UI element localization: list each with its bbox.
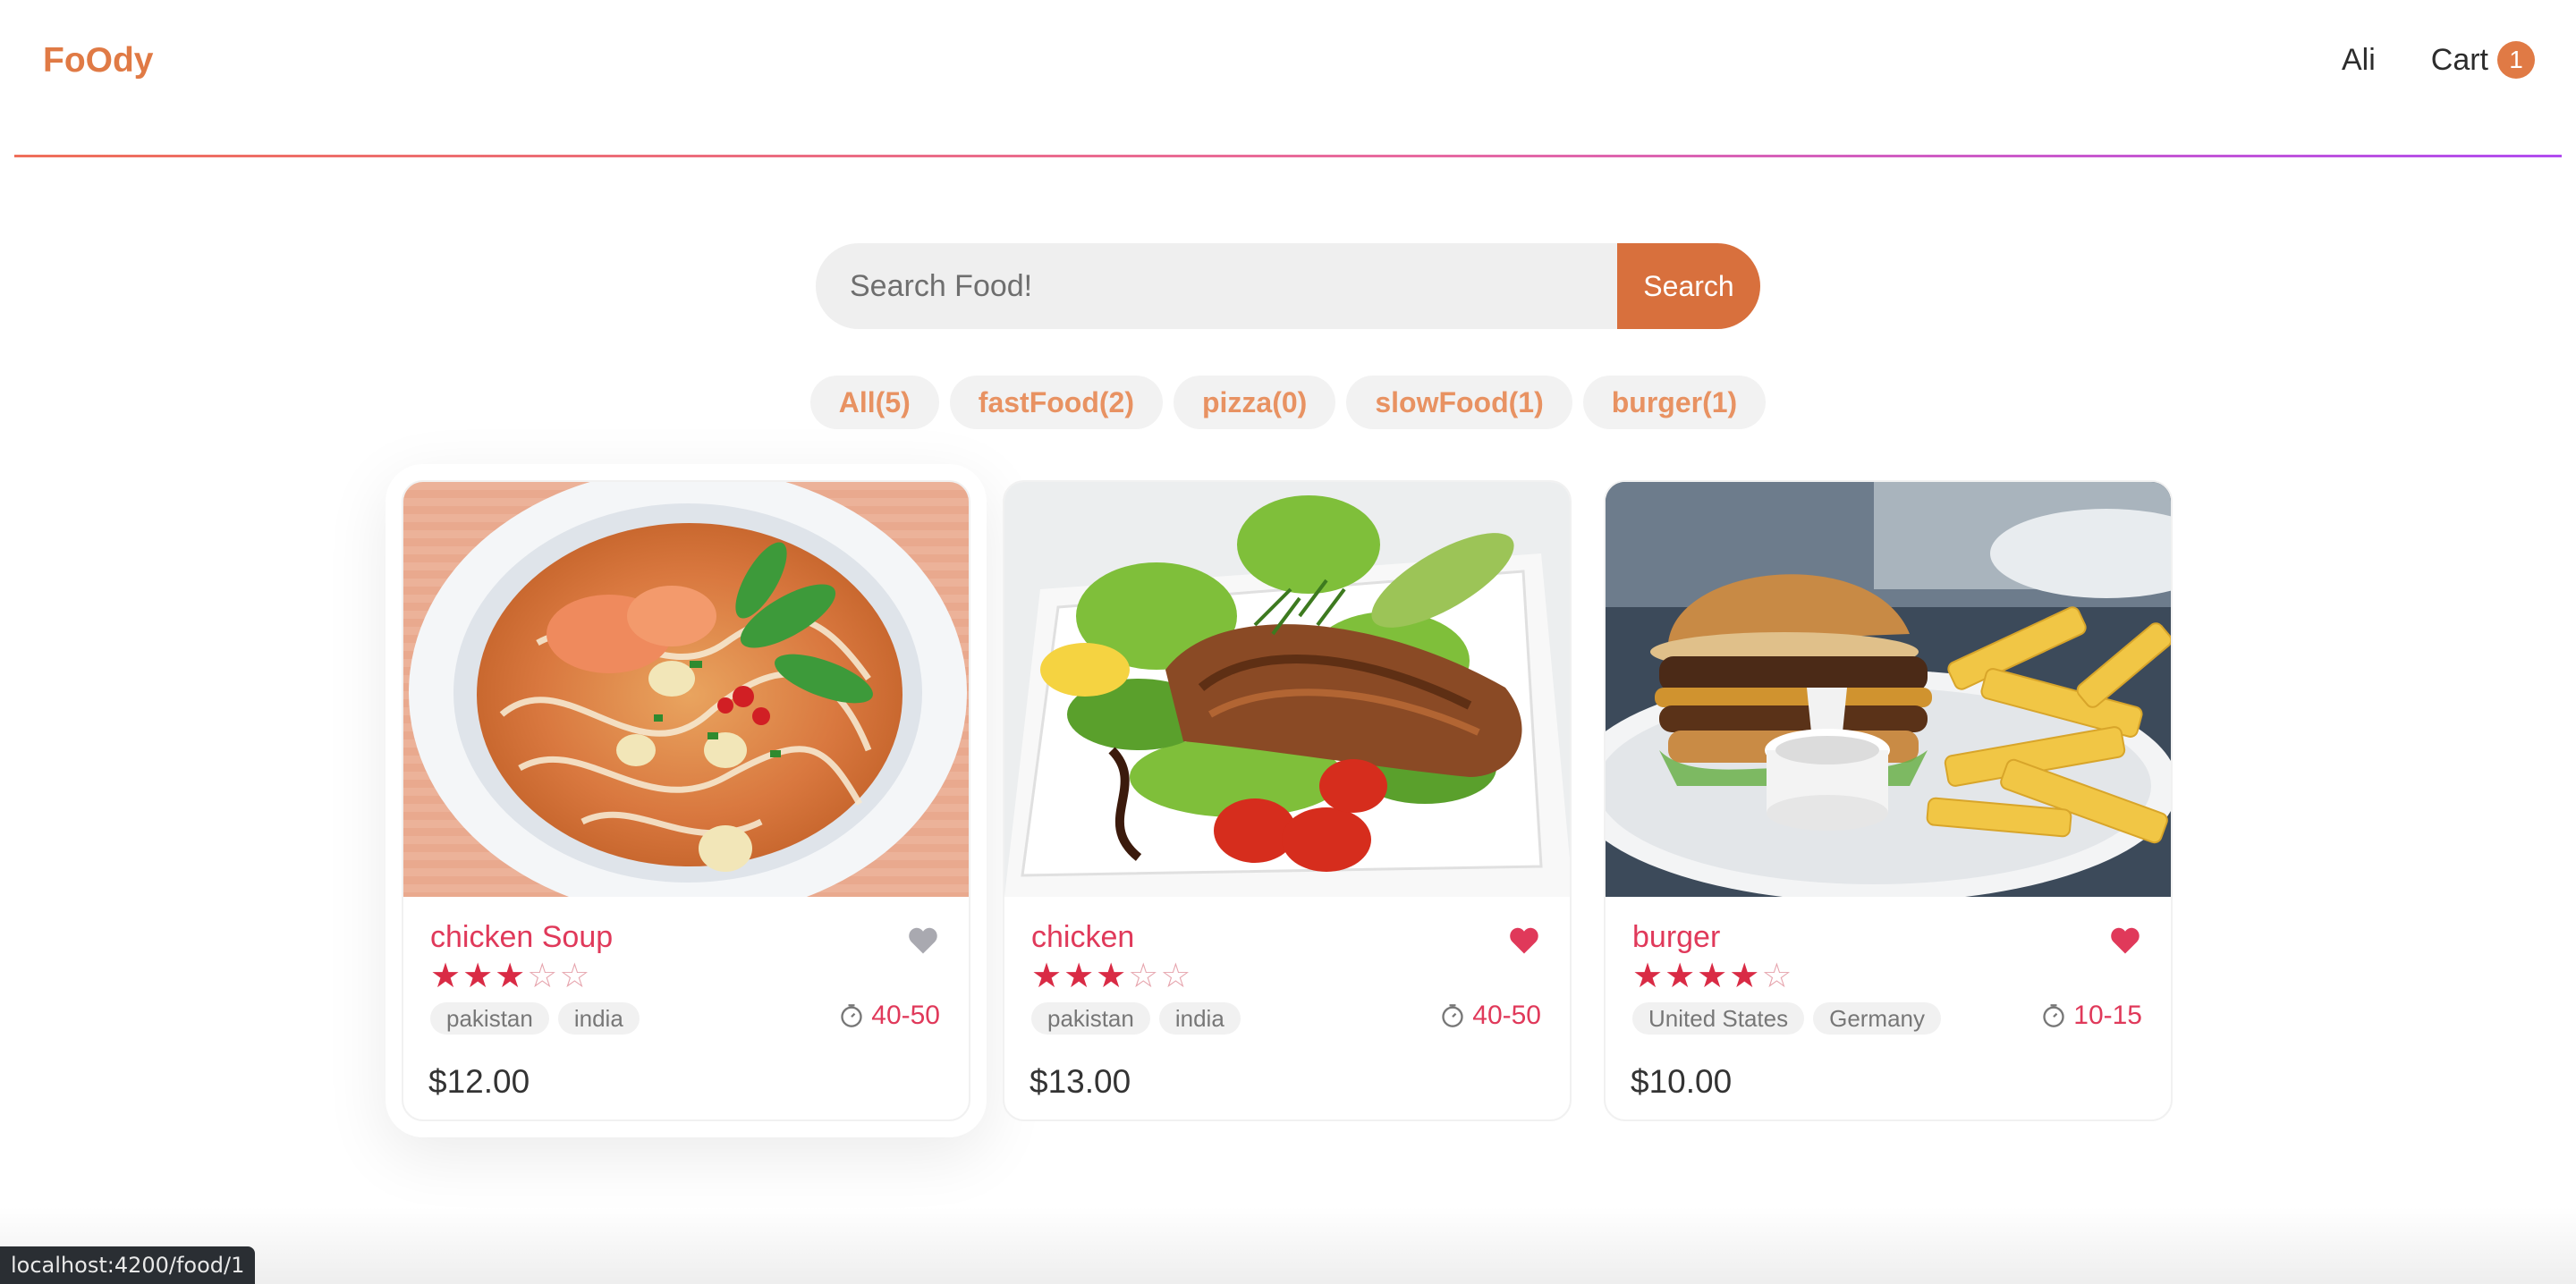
cart-count-badge: 1 (2497, 41, 2535, 79)
tag-slowfood[interactable]: slowFood(1) (1346, 376, 1572, 429)
origin-tag: Germany (1813, 1002, 1942, 1035)
cook-time-value: 10-15 (2073, 1001, 2142, 1030)
star-empty-icon: ☆ (559, 958, 590, 995)
search-input[interactable] (816, 243, 1617, 329)
food-card[interactable]: chicken Soup ★ ★ ★ ☆ ☆ pakistan india 40… (402, 480, 970, 1121)
star-full-icon: ★ (495, 958, 526, 995)
food-image-burger[interactable] (1606, 482, 2171, 897)
cart-link[interactable]: Cart 1 (2431, 41, 2535, 79)
origin-tag: pakistan (430, 1002, 549, 1035)
footer-shadow (0, 1207, 2576, 1284)
star-empty-icon: ☆ (1761, 958, 1792, 995)
brand-logo[interactable]: FoOdy (43, 41, 154, 80)
search-button[interactable]: Search (1617, 243, 1760, 329)
cook-time: 10-15 (2041, 1001, 2142, 1031)
star-full-icon: ★ (1665, 958, 1696, 995)
star-full-icon: ★ (1031, 958, 1063, 995)
star-rating: ★ ★ ★ ☆ ☆ (430, 959, 589, 993)
top-nav: Ali Cart 1 (2342, 41, 2535, 79)
cook-time: 40-50 (839, 1001, 940, 1031)
favorite-heart-icon[interactable] (906, 925, 940, 955)
origin-tag: United States (1632, 1002, 1805, 1035)
star-full-icon: ★ (1063, 958, 1095, 995)
star-full-icon: ★ (1096, 958, 1127, 995)
favorite-heart-icon[interactable] (1507, 925, 1541, 955)
favorite-heart-icon[interactable] (2108, 925, 2142, 955)
star-rating: ★ ★ ★ ★ ☆ (1632, 959, 1792, 993)
cart-label: Cart (2430, 42, 2488, 77)
food-price: $13.00 (1030, 1063, 1131, 1100)
tag-fastfood[interactable]: fastFood(2) (949, 376, 1163, 429)
origin-tag: pakistan (1031, 1002, 1150, 1035)
clock-icon (1442, 1004, 1463, 1027)
food-card[interactable]: chicken ★ ★ ★ ☆ ☆ pakistan india 40-50 $… (1003, 480, 1572, 1121)
food-price: $12.00 (428, 1063, 530, 1100)
star-full-icon: ★ (1729, 958, 1760, 995)
header: FoOdy Ali Cart 1 (0, 0, 2576, 157)
origin-tags: United States Germany (1632, 1002, 1942, 1035)
cook-time-value: 40-50 (1472, 1001, 1541, 1030)
origin-tag: india (1158, 1002, 1241, 1035)
star-rating: ★ ★ ★ ☆ ☆ (1031, 959, 1191, 993)
clock-icon (841, 1004, 862, 1027)
food-price: $10.00 (1631, 1063, 1733, 1100)
food-card[interactable]: burger ★ ★ ★ ★ ☆ United States Germany 1… (1604, 480, 2173, 1121)
header-divider (14, 155, 2562, 157)
cook-time-value: 40-50 (871, 1001, 940, 1030)
tag-burger[interactable]: burger(1) (1582, 376, 1767, 429)
star-empty-icon: ☆ (1160, 958, 1191, 995)
food-image-fish[interactable] (1004, 482, 1570, 897)
origin-tags: pakistan india (430, 1002, 640, 1035)
cook-time: 40-50 (1440, 1001, 1541, 1031)
star-empty-icon: ☆ (527, 958, 558, 995)
food-name[interactable]: chicken (1031, 920, 1134, 955)
clock-icon (2043, 1004, 2064, 1027)
tag-all[interactable]: All(5) (809, 376, 939, 429)
food-image-soup[interactable] (403, 482, 969, 897)
origin-tags: pakistan india (1031, 1002, 1241, 1035)
origin-tag: india (557, 1002, 640, 1035)
food-name[interactable]: chicken Soup (430, 920, 613, 955)
star-empty-icon: ☆ (1128, 958, 1159, 995)
tag-pizza[interactable]: pizza(0) (1173, 376, 1336, 429)
browser-status-url: localhost:4200/food/1 (0, 1246, 256, 1284)
star-full-icon: ★ (1697, 958, 1728, 995)
star-full-icon: ★ (462, 958, 494, 995)
tag-filter-list: All(5) fastFood(2) pizza(0) slowFood(1) … (0, 376, 2576, 429)
user-link[interactable]: Ali (2342, 43, 2376, 78)
star-full-icon: ★ (430, 958, 462, 995)
search-bar: Search (816, 243, 1760, 329)
food-name[interactable]: burger (1632, 920, 1720, 955)
star-full-icon: ★ (1632, 958, 1664, 995)
